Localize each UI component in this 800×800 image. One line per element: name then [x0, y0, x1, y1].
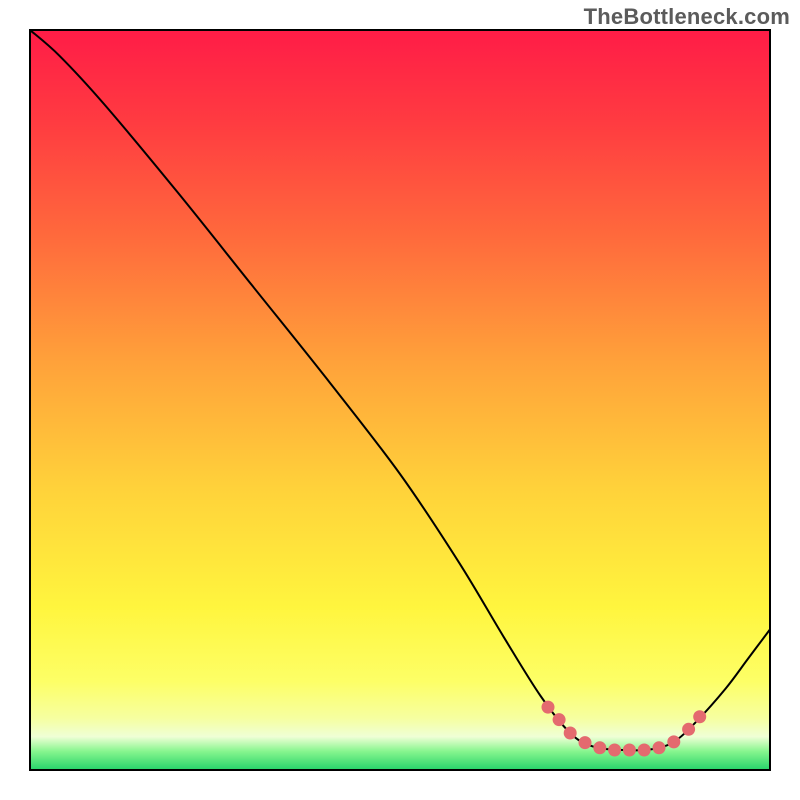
- minimum-marker-dot: [623, 744, 636, 757]
- bottleneck-chart: [0, 0, 800, 800]
- minimum-marker-dot: [693, 710, 706, 723]
- minimum-marker-dot: [579, 736, 592, 749]
- minimum-marker-dot: [593, 741, 606, 754]
- minimum-marker-dot: [542, 701, 555, 714]
- minimum-marker-dot: [682, 723, 695, 736]
- watermark-label: TheBottleneck.com: [584, 4, 790, 30]
- minimum-marker-dot: [638, 744, 651, 757]
- minimum-marker-dot: [653, 741, 666, 754]
- minimum-marker-dot: [608, 744, 621, 757]
- gradient-background: [30, 30, 770, 770]
- chart-container: TheBottleneck.com: [0, 0, 800, 800]
- minimum-marker-dot: [667, 735, 680, 748]
- minimum-marker-dot: [553, 713, 566, 726]
- minimum-marker-dot: [564, 727, 577, 740]
